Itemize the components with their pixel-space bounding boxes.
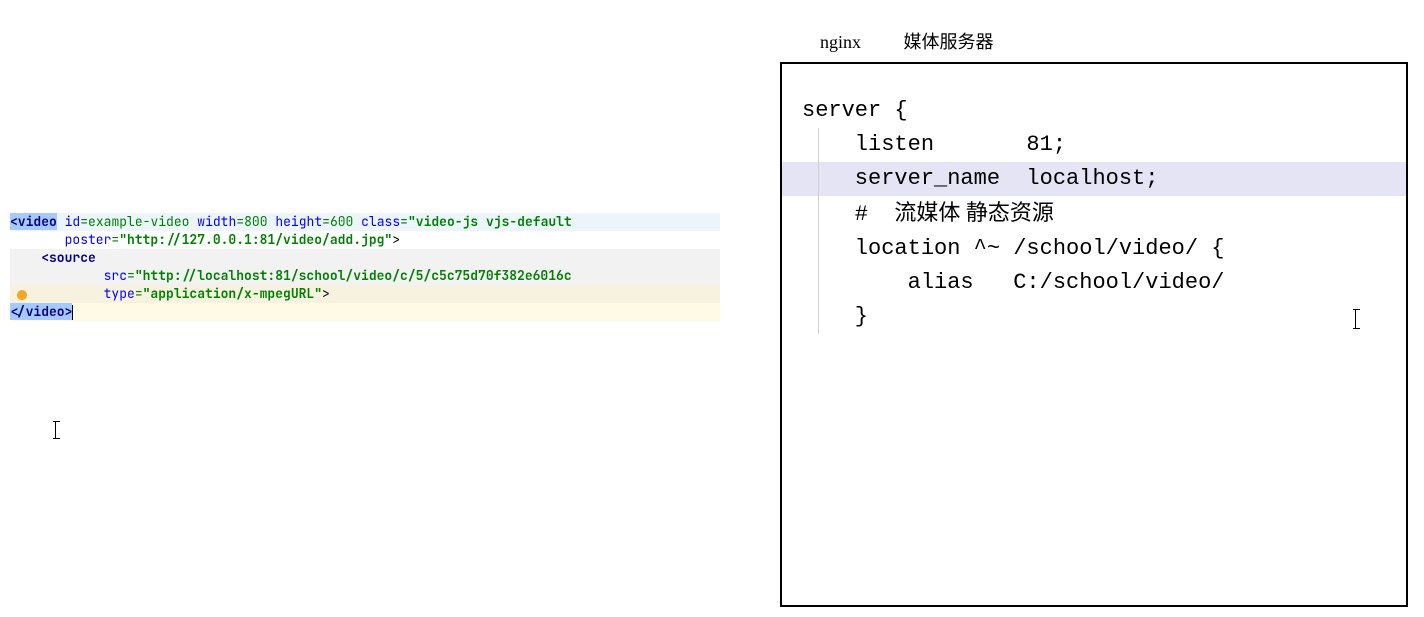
nginx-line-server[interactable]: server {	[782, 94, 1406, 128]
text-cursor-icon	[1355, 309, 1356, 329]
nginx-code-block[interactable]: server { listen 81; server_name localhos…	[782, 94, 1406, 334]
tag-video-open: <video	[10, 213, 57, 230]
label-media-server: 媒体服务器	[904, 32, 994, 52]
nginx-config-box[interactable]: server { listen 81; server_name localhos…	[780, 62, 1408, 607]
right-nginx-panel: nginx 媒体服务器 server { listen 81; server_n…	[780, 28, 1420, 607]
right-panel-labels: nginx 媒体服务器	[780, 28, 1420, 54]
nginx-line-listen[interactable]: listen 81;	[782, 128, 1406, 162]
code-line-6[interactable]: </video>	[10, 303, 720, 321]
nginx-line-alias[interactable]: alias C:/school/video/	[782, 266, 1406, 300]
text-cursor-icon	[55, 421, 56, 439]
code-line-3[interactable]: <source	[10, 249, 720, 267]
left-code-editor: <video id=example-video width=800 height…	[0, 0, 720, 617]
code-line-2[interactable]: poster="http://127.0.0.1:81/video/add.jp…	[10, 231, 720, 249]
text-caret-icon	[72, 305, 73, 320]
nginx-line-location[interactable]: location ^~ /school/video/ {	[782, 232, 1406, 266]
lightbulb-icon[interactable]	[7, 285, 21, 299]
nginx-line-closebrace[interactable]: }	[782, 300, 1406, 334]
code-line-1[interactable]: <video id=example-video width=800 height…	[10, 213, 720, 231]
nginx-line-servername[interactable]: server_name localhost;	[782, 162, 1406, 196]
code-line-5[interactable]: type="application/x-mpegURL">	[10, 285, 720, 303]
nginx-line-comment[interactable]: # 流媒体 静态资源	[782, 196, 1406, 232]
code-line-4[interactable]: src="http://localhost:81/school/video/c/…	[10, 267, 720, 285]
html-code-block[interactable]: <video id=example-video width=800 height…	[10, 213, 720, 321]
label-nginx: nginx	[820, 32, 861, 52]
